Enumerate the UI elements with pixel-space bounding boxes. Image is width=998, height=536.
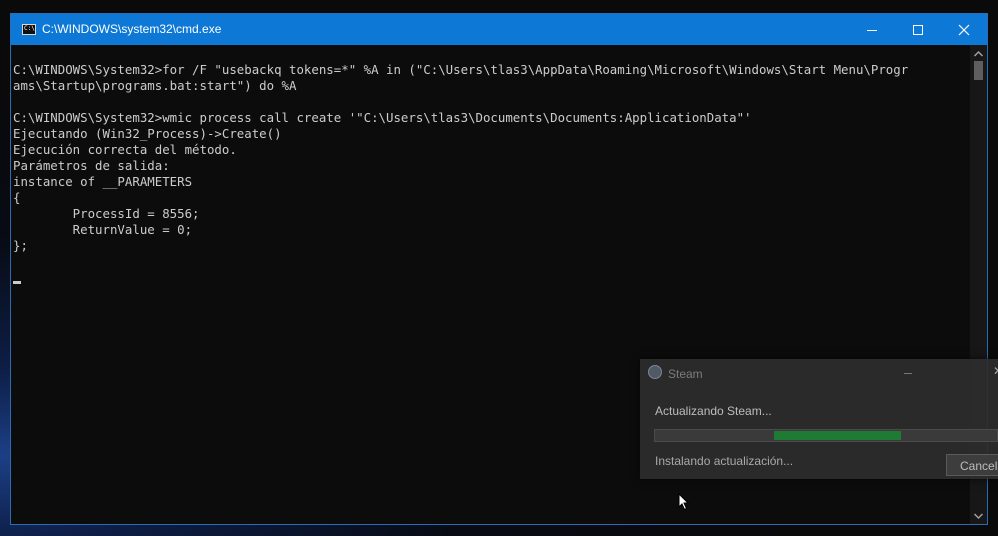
- steam-cancel-button[interactable]: Cancelar: [946, 454, 998, 476]
- steam-progress-fill: [774, 431, 901, 440]
- minimize-button[interactable]: [849, 14, 895, 45]
- console-line: C:\WINDOWS\System32>for /F "usebackq tok…: [13, 62, 909, 77]
- window-title: C:\WINDOWS\system32\cmd.exe: [42, 22, 222, 36]
- steam-progress-bar: [654, 429, 998, 442]
- minimize-icon: [867, 30, 877, 31]
- text-cursor: [13, 281, 21, 284]
- steam-minimize-button[interactable]: [904, 373, 912, 374]
- console-line: ProcessId = 8556;: [13, 206, 200, 221]
- console-line: instance of __PARAMETERS: [13, 174, 193, 189]
- scroll-down-arrow-icon[interactable]: [973, 511, 984, 521]
- steam-dialog-title: Steam: [668, 367, 703, 381]
- console-line: ReturnValue = 0;: [13, 222, 193, 237]
- steam-update-dialog: Steam ✕ Actualizando Steam... Instalando…: [640, 359, 998, 479]
- maximize-icon: [913, 25, 923, 35]
- cmd-icon: [22, 24, 36, 35]
- console-line: ams\Startup\programs.bat:start") do %A: [13, 78, 297, 93]
- close-button[interactable]: [941, 14, 987, 45]
- console-line: Parámetros de salida:: [13, 158, 170, 173]
- console-line: };: [13, 238, 28, 253]
- steam-substatus-text: Instalando actualización...: [655, 454, 794, 468]
- console-line: Ejecutando (Win32_Process)->Create(): [13, 126, 282, 141]
- steam-logo-icon: [648, 365, 662, 379]
- title-bar[interactable]: C:\WINDOWS\system32\cmd.exe: [11, 14, 987, 45]
- console-line: C:\WINDOWS\System32>wmic process call cr…: [13, 110, 752, 125]
- scroll-thumb[interactable]: [974, 61, 983, 80]
- maximize-button[interactable]: [895, 14, 941, 45]
- console-line: {: [13, 190, 21, 205]
- close-icon: [958, 24, 970, 36]
- scroll-up-arrow-icon[interactable]: [973, 49, 984, 59]
- mouse-pointer-icon: [678, 493, 690, 511]
- console-line: Ejecución correcta del método.: [13, 142, 237, 157]
- steam-status-text: Actualizando Steam...: [655, 404, 772, 418]
- steam-close-icon[interactable]: ✕: [993, 364, 998, 378]
